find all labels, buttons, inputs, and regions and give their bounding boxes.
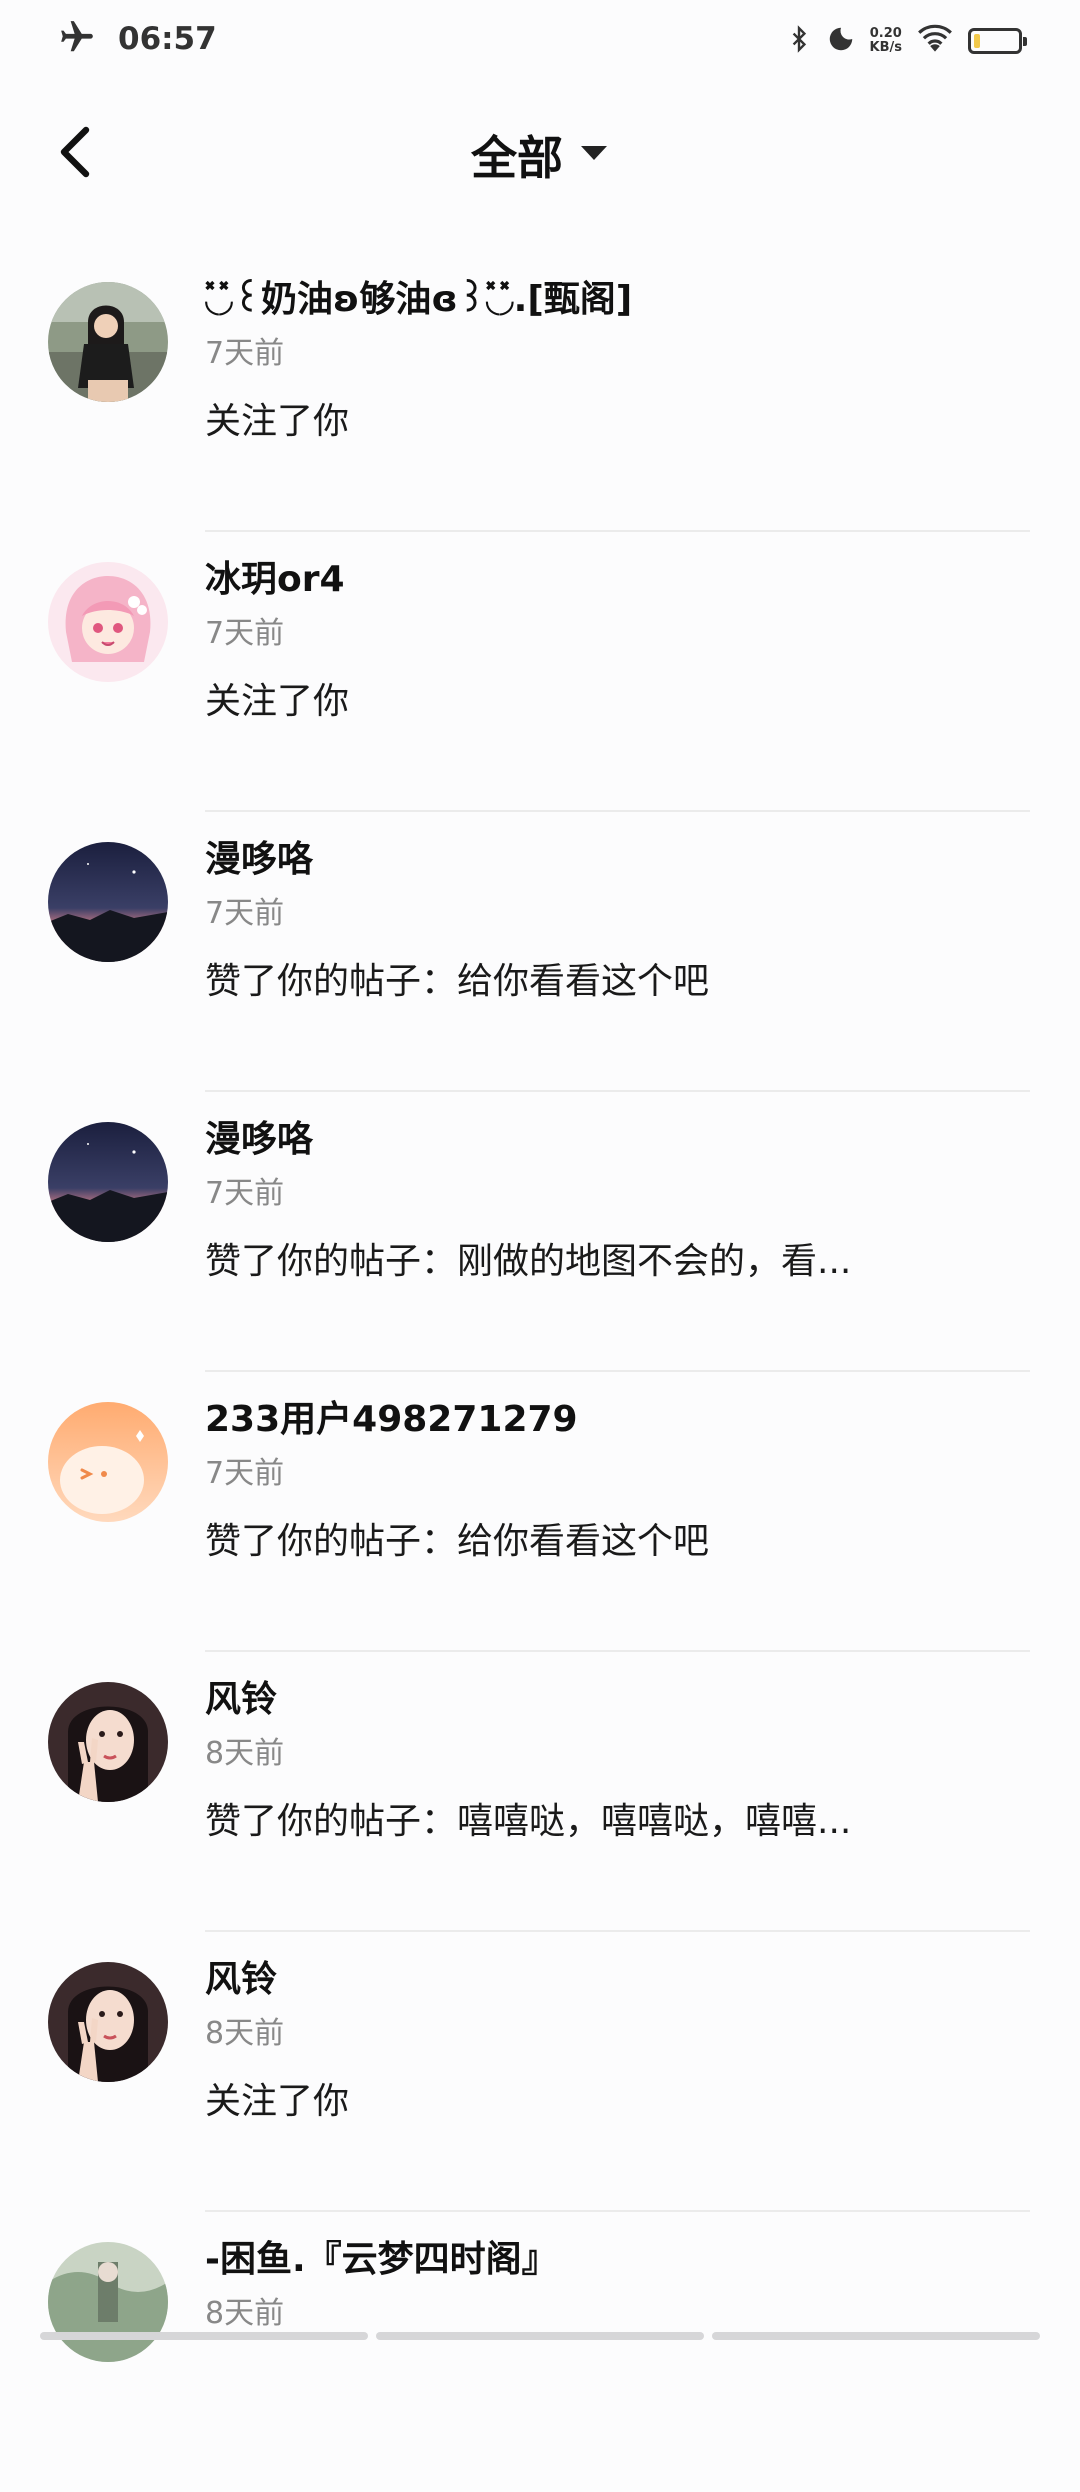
- notification-message: 赞了你的帖子：嘻嘻哒，嘻嘻哒，嘻嘻...: [205, 1801, 852, 1842]
- notification-message: 关注了你: [205, 681, 350, 722]
- airplane-mode-icon: [58, 18, 96, 60]
- user-name[interactable]: 漫哆咯: [205, 1116, 1030, 1164]
- bluetooth-icon: [786, 22, 812, 60]
- avatar[interactable]: [48, 1962, 168, 2082]
- scroll-indicator: [0, 2332, 1080, 2340]
- list-item[interactable]: 风铃 8天前 赞了你的帖子：嘻嘻哒，嘻嘻哒，嘻嘻...: [0, 1652, 1080, 1932]
- wifi-icon: [916, 23, 954, 59]
- avatar[interactable]: [48, 842, 168, 962]
- avatar[interactable]: [48, 2242, 168, 2362]
- indicator-segment: [376, 2332, 704, 2340]
- indicator-segment: [40, 2332, 368, 2340]
- status-bar: 06:57 0.20 KB/s: [0, 0, 1080, 80]
- user-name[interactable]: 风铃: [205, 1676, 1030, 1724]
- caret-down-icon: [579, 143, 609, 167]
- timestamp: 8天前: [205, 2296, 285, 2331]
- item-text: 233用户498271279 7天前 赞了你的帖子：给你看看这个吧: [205, 1396, 1030, 1566]
- avatar[interactable]: [48, 1122, 168, 1242]
- header: 全部: [0, 100, 1080, 210]
- status-left: 06:57: [58, 18, 217, 60]
- list-item[interactable]: 漫哆咯 7天前 赞了你的帖子：给你看看这个吧: [0, 812, 1080, 1092]
- list-item[interactable]: 冰玥or4 7天前 关注了你: [0, 532, 1080, 812]
- do-not-disturb-icon: [826, 24, 856, 58]
- notification-list: ◟̽◞̽꒰奶油ʚ够油ɞ꒱◟̽◞̽.[甄阁] 7天前 关注了你 冰玥or4 7天前: [0, 252, 1080, 2492]
- user-name[interactable]: ◟̽◞̽꒰奶油ʚ够油ɞ꒱◟̽◞̽.[甄阁]: [205, 276, 1030, 324]
- timestamp: 7天前: [205, 896, 285, 931]
- list-item[interactable]: -困鱼.『云梦四时阁』 8天前: [0, 2212, 1080, 2492]
- battery-icon: [968, 28, 1027, 54]
- list-item[interactable]: 风铃 8天前 关注了你: [0, 1932, 1080, 2212]
- page-title: 全部: [471, 131, 563, 185]
- list-item[interactable]: 漫哆咯 7天前 赞了你的帖子：刚做的地图不会的，看...: [0, 1092, 1080, 1372]
- avatar[interactable]: [48, 1402, 168, 1522]
- status-time: 06:57: [118, 21, 217, 57]
- item-text: 漫哆咯 7天前 赞了你的帖子：给你看看这个吧: [205, 836, 1030, 1006]
- user-name[interactable]: -困鱼.『云梦四时阁』: [205, 2236, 1030, 2284]
- notification-message: 赞了你的帖子：给你看看这个吧: [205, 1521, 710, 1562]
- indicator-segment: [712, 2332, 1040, 2340]
- user-name[interactable]: 风铃: [205, 1956, 1030, 2004]
- notification-message: 赞了你的帖子：给你看看这个吧: [205, 961, 710, 1002]
- status-right: 0.20 KB/s: [786, 22, 1027, 60]
- timestamp: 8天前: [205, 2016, 285, 2051]
- notification-message: 关注了你: [205, 401, 350, 442]
- timestamp: 8天前: [205, 1736, 285, 1771]
- item-text: 风铃 8天前 关注了你: [205, 1956, 1030, 2126]
- user-name[interactable]: 漫哆咯: [205, 836, 1030, 884]
- net-speed-value: 0.20: [869, 26, 902, 41]
- list-item[interactable]: ◟̽◞̽꒰奶油ʚ够油ɞ꒱◟̽◞̽.[甄阁] 7天前 关注了你: [0, 252, 1080, 532]
- item-text: 漫哆咯 7天前 赞了你的帖子：刚做的地图不会的，看...: [205, 1116, 1030, 1286]
- user-name[interactable]: 冰玥or4: [205, 556, 1030, 604]
- avatar[interactable]: [48, 1682, 168, 1802]
- notification-message: 关注了你: [205, 2081, 350, 2122]
- net-speed-unit: KB/s: [869, 40, 902, 55]
- avatar[interactable]: [48, 562, 168, 682]
- list-item[interactable]: 233用户498271279 7天前 赞了你的帖子：给你看看这个吧: [0, 1372, 1080, 1652]
- timestamp: 7天前: [205, 1456, 285, 1491]
- timestamp: 7天前: [205, 616, 285, 651]
- user-name[interactable]: 233用户498271279: [205, 1396, 1030, 1444]
- timestamp: 7天前: [205, 1176, 285, 1211]
- item-text: ◟̽◞̽꒰奶油ʚ够油ɞ꒱◟̽◞̽.[甄阁] 7天前 关注了你: [205, 276, 1030, 446]
- avatar[interactable]: [48, 282, 168, 402]
- timestamp: 7天前: [205, 336, 285, 371]
- net-speed: 0.20 KB/s: [870, 27, 902, 55]
- filter-dropdown[interactable]: 全部: [0, 122, 1080, 188]
- item-text: 风铃 8天前 赞了你的帖子：嘻嘻哒，嘻嘻哒，嘻嘻...: [205, 1676, 1030, 1846]
- item-text: -困鱼.『云梦四时阁』 8天前: [205, 2236, 1030, 2334]
- item-text: 冰玥or4 7天前 关注了你: [205, 556, 1030, 726]
- notification-message: 赞了你的帖子：刚做的地图不会的，看...: [205, 1241, 852, 1282]
